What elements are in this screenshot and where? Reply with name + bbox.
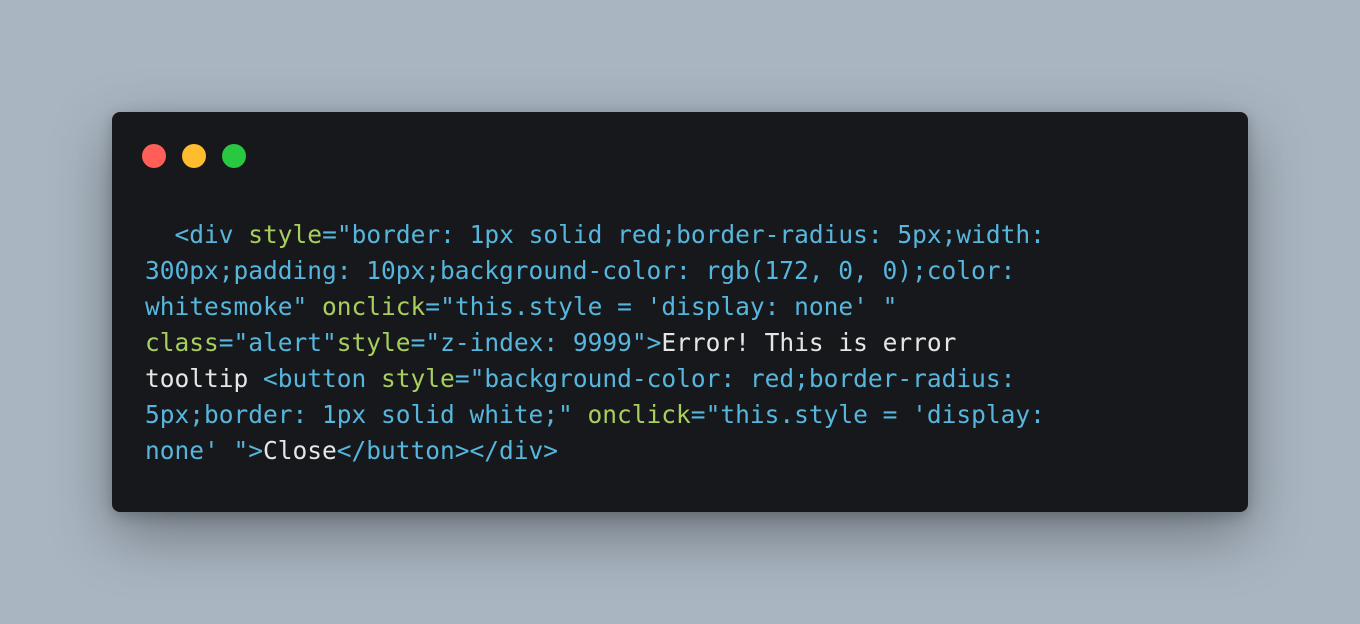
code-token-str: "z-index: 9999" — [425, 328, 647, 357]
code-token-str: 300px;padding: 10px;background-color: rg… — [145, 256, 1016, 285]
code-token-attr: onclick — [587, 400, 691, 429]
close-dot-icon[interactable] — [142, 144, 166, 168]
code-token-punc: = — [454, 364, 470, 393]
code-token-str: "alert" — [233, 328, 337, 357]
code-token-tag: > — [646, 328, 662, 357]
code-block: <div style="border: 1px solid red;border… — [145, 217, 1045, 469]
code-line: <div style="border: 1px solid red;border… — [145, 220, 1045, 249]
code-token-tag: </button></div> — [336, 436, 559, 465]
code-token-punc: = — [690, 400, 706, 429]
code-token-str: "this.style = 'display: none' " — [440, 292, 898, 321]
code-token-attr: style — [336, 328, 411, 357]
code-token-str: "background-color: red;border-radius: — [469, 364, 1016, 393]
code-line: none' ">Close</button></div> — [145, 436, 558, 465]
code-token-tag: > — [248, 436, 264, 465]
code-token-text: Error! This is error — [661, 328, 957, 357]
code-token-punc: = — [425, 292, 441, 321]
maximize-dot-icon[interactable] — [222, 144, 246, 168]
code-line: class="alert"style="z-index: 9999">Error… — [145, 328, 956, 357]
code-token-tag: <div — [174, 220, 234, 249]
code-token-punc: = — [410, 328, 426, 357]
code-line: 300px;padding: 10px;background-color: rg… — [145, 256, 1015, 285]
code-window: <div style="border: 1px solid red;border… — [112, 112, 1248, 512]
code-token-attr: style — [381, 364, 455, 393]
code-token-str: "border: 1px solid red;border-radius: 5p… — [336, 220, 1045, 249]
code-line: whitesmoke" onclick="this.style = 'displ… — [145, 292, 897, 321]
code-token-text: Close — [263, 436, 337, 465]
code-token-attr: style — [248, 220, 323, 249]
code-token-text: tooltip — [145, 364, 264, 393]
code-token-str: "this.style = 'display: — [705, 400, 1045, 429]
code-token-attr: onclick — [322, 292, 426, 321]
code-token-attr: class — [145, 328, 219, 357]
minimize-dot-icon[interactable] — [182, 144, 206, 168]
code-token-punc: = — [218, 328, 234, 357]
code-token-punc: = — [322, 220, 337, 249]
code-token-tag: <button — [263, 364, 367, 393]
code-line: tooltip <button style="background-color:… — [145, 364, 1015, 393]
code-token-str: 5px;border: 1px solid white;" — [145, 400, 573, 429]
code-token-str: none' " — [145, 436, 249, 465]
code-token-str: whitesmoke" — [145, 292, 308, 321]
code-line: 5px;border: 1px solid white;" onclick="t… — [145, 400, 1045, 429]
